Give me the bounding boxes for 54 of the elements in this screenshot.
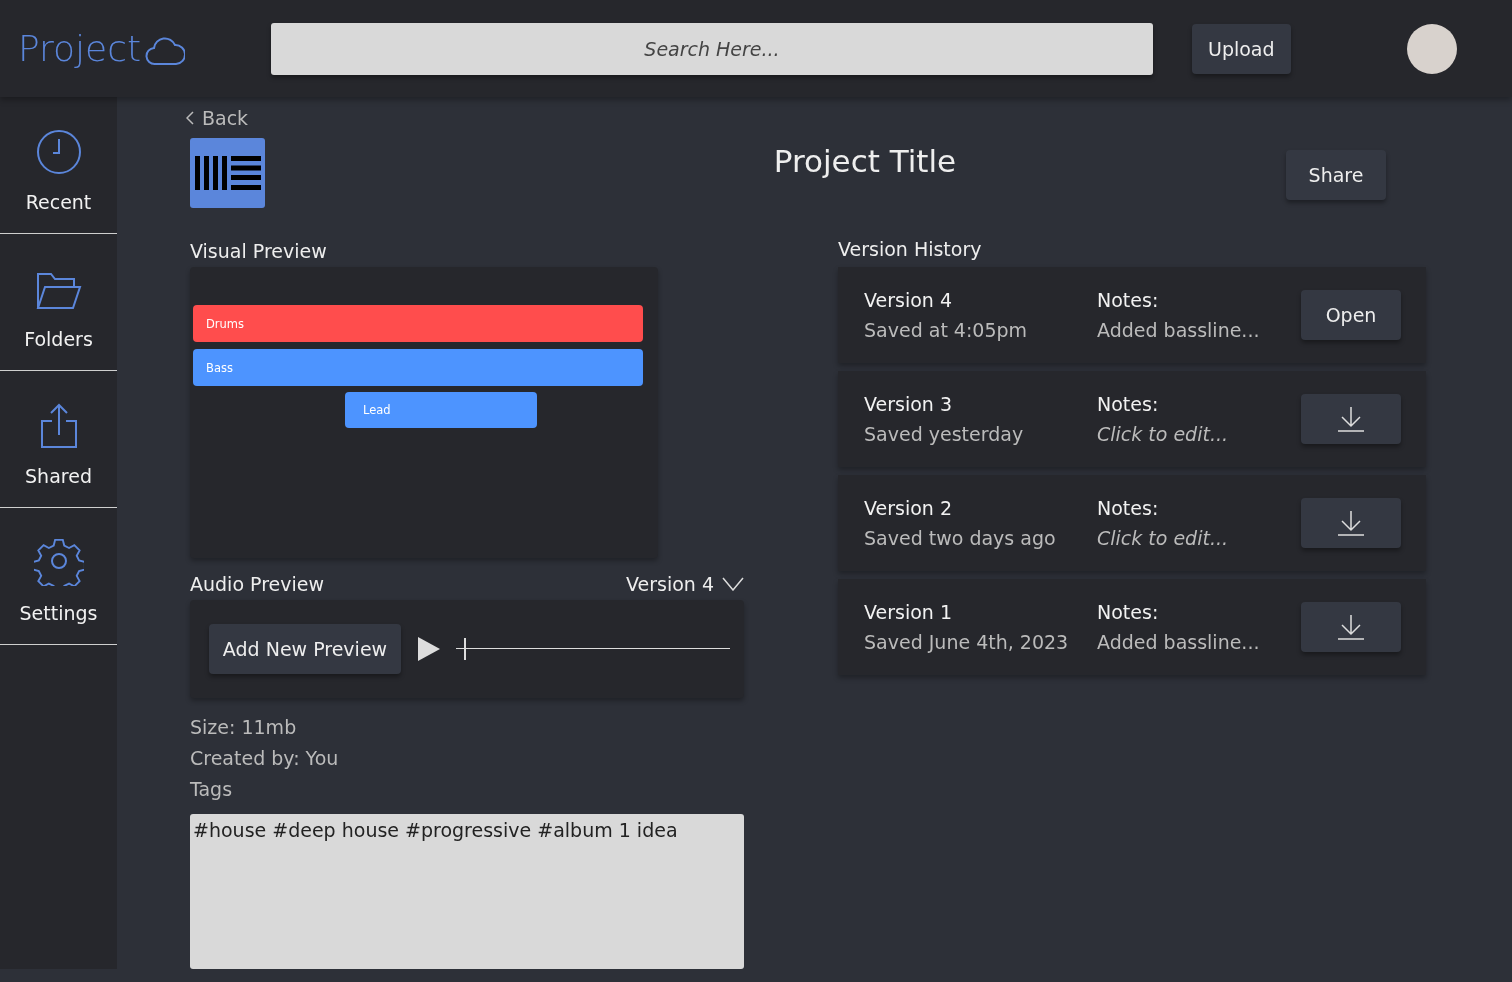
section-label: Version History bbox=[838, 238, 983, 260]
created-by: Created by: You bbox=[190, 746, 340, 771]
notes-text[interactable]: Added bassline... bbox=[1097, 319, 1301, 341]
search-field[interactable]: Search Here... bbox=[271, 22, 1153, 75]
notes-text[interactable]: Added bassline... bbox=[1097, 631, 1301, 653]
download-icon bbox=[1337, 405, 1365, 433]
download-icon bbox=[1337, 509, 1365, 537]
download-button[interactable] bbox=[1301, 602, 1401, 652]
sidebar-item[interactable]: Shared bbox=[0, 371, 117, 508]
section-label: Visual Preview bbox=[190, 240, 328, 262]
version-name: Version 1 bbox=[864, 601, 953, 623]
notes-label: Notes: bbox=[1097, 393, 1160, 415]
download-icon bbox=[1337, 613, 1365, 641]
project-icon bbox=[190, 138, 265, 208]
notes-label: Notes: bbox=[1097, 497, 1160, 519]
chevron-down-icon bbox=[722, 577, 744, 591]
download-button[interactable] bbox=[1301, 394, 1401, 444]
download-button[interactable] bbox=[1301, 498, 1401, 548]
logo-text: Project bbox=[18, 28, 142, 69]
version-dropdown[interactable]: Version 4 bbox=[626, 573, 744, 595]
version-name: Version 4 bbox=[864, 289, 953, 311]
version-name: Version 2 bbox=[864, 497, 953, 519]
saved-time: Saved June 4th, 2023 bbox=[864, 631, 1070, 653]
version-name: Version 3 bbox=[864, 393, 953, 415]
add-preview-button[interactable]: Add New Preview bbox=[209, 624, 401, 674]
audio-timeline[interactable] bbox=[456, 638, 730, 660]
back-link[interactable]: Back bbox=[186, 107, 249, 129]
project-title: Project Title bbox=[772, 143, 957, 179]
sidebar-item[interactable]: Folders bbox=[0, 234, 117, 371]
tags-label: Tags bbox=[190, 777, 234, 802]
share-icon bbox=[39, 403, 78, 449]
section-label: Audio Preview bbox=[190, 573, 324, 595]
tags-field[interactable]: #house #deep house #progressive #album 1 idea bbox=[190, 814, 744, 969]
sidebar-item[interactable]: Recent bbox=[0, 97, 117, 234]
settings-icon bbox=[33, 536, 84, 586]
track-bar: Drums bbox=[193, 305, 643, 342]
open-button[interactable]: Open bbox=[1301, 290, 1401, 340]
saved-time: Saved at 4:05pm bbox=[864, 319, 1029, 341]
chevron-left-icon bbox=[186, 111, 194, 125]
notes-placeholder[interactable]: Click to edit... bbox=[1097, 527, 1301, 549]
notes-label: Notes: bbox=[1097, 289, 1160, 311]
saved-time: Saved two days ago bbox=[864, 527, 1057, 549]
clock-icon bbox=[35, 129, 82, 175]
saved-time: Saved yesterday bbox=[864, 423, 1025, 445]
file-size: Size: 11mb bbox=[190, 715, 298, 740]
play-icon[interactable] bbox=[418, 637, 440, 661]
upload-button[interactable]: Upload bbox=[1192, 23, 1291, 74]
sidebar-item[interactable]: Settings bbox=[0, 508, 117, 645]
notes-placeholder[interactable]: Click to edit... bbox=[1097, 423, 1301, 445]
share-button[interactable]: Share bbox=[1286, 150, 1386, 200]
notes-label: Notes: bbox=[1097, 601, 1160, 623]
track-bar: Lead bbox=[345, 392, 537, 428]
folder-icon bbox=[35, 270, 82, 312]
track-bar: Bass bbox=[193, 349, 643, 386]
